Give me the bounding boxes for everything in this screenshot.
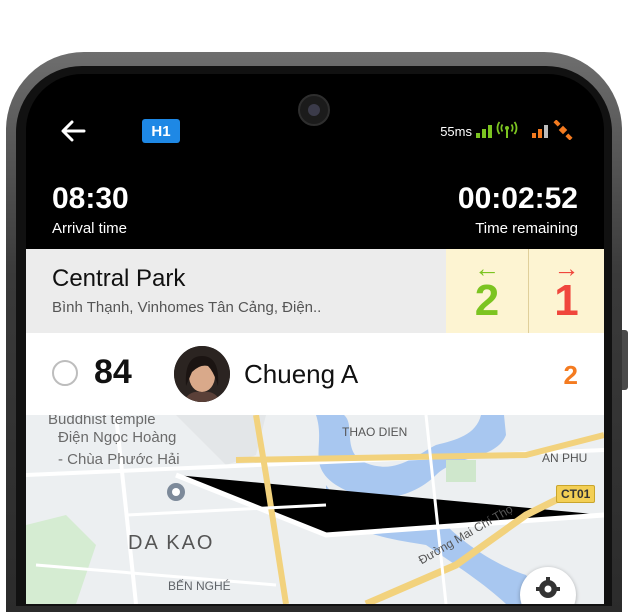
map-label-temple-3: - Chùa Phước Hải [58,451,180,468]
map-label-da-kao: DA KAO [128,532,215,554]
passenger-row[interactable]: 84 Chueng A 2 [26,333,604,415]
highway-badge: CT01 [556,485,596,503]
passenger-check-radio[interactable] [52,360,78,386]
antenna-icon [496,120,518,142]
stop-name: Central Park [52,265,186,292]
arrow-left-icon [61,120,86,142]
front-camera [298,94,330,126]
map-label-temple-2: Điện Ngọc Hoàng [58,429,177,446]
pickup-counter: ← 2 [446,249,529,333]
remaining-label: Time remaining [475,220,578,237]
phone-side-button [622,330,628,390]
stop-panel[interactable]: Central Park Bình Thạnh, Vinhomes Tân Cả… [26,249,604,333]
back-button[interactable] [56,114,90,148]
arrival-time: 08:30 [52,182,129,215]
satellite-icon [552,118,574,143]
map-view[interactable]: Buddhist temple Điện Ngọc Hoàng - Chùa P… [26,415,604,604]
stop-address: Bình Thạnh, Vinhomes Tân Cảng, Điện.. [52,299,322,316]
pickup-count: 2 [474,276,500,325]
status-bar: 55ms [440,118,574,143]
passenger-count: 2 [563,360,578,390]
route-badge: H1 [142,119,180,143]
app-screen: H1 55ms 08:30 Arrival time 00:02:52 Time… [26,74,604,604]
map-action-button[interactable] [520,567,576,604]
latency-text: 55ms [440,123,472,139]
map-label-an-phu: AN PHU [542,451,588,465]
map-label-thao-dien: THAO DIEN [342,425,408,439]
arrival-label: Arrival time [52,220,128,237]
map-label-ben-nghe: BẾN NGHÉ [168,579,231,593]
signal-green-icon [476,124,492,138]
passenger-name: Chueng A [244,359,359,389]
remaining-time: 00:02:52 [457,182,578,215]
map-label-temple: Buddhist temple [48,415,156,428]
seat-number: 84 [94,353,132,391]
avatar [174,346,230,402]
dropoff-count: 1 [554,276,579,325]
signal-orange-icon [532,124,548,138]
gear-icon [536,577,560,598]
dropoff-counter: → 1 [529,249,604,333]
